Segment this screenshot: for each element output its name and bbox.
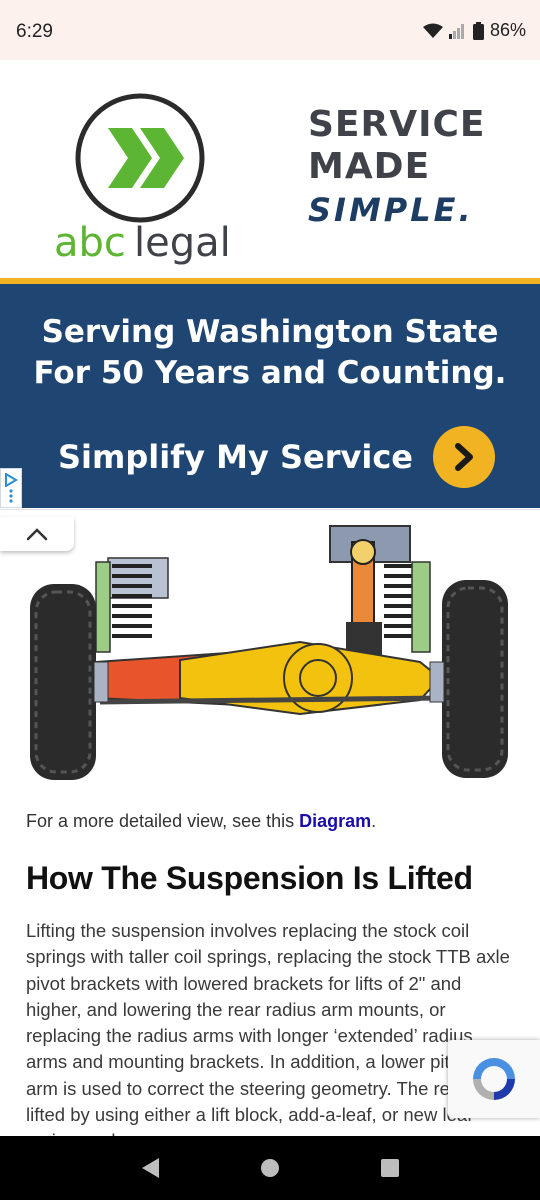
recents-icon[interactable] (379, 1157, 401, 1179)
ad-cta-button[interactable] (433, 426, 495, 488)
caption-prefix: For a more detailed view, see this (26, 811, 300, 831)
right-wheel (429, 580, 508, 778)
recaptcha-badge[interactable] (448, 1040, 540, 1118)
status-bar: 6:29 86% (0, 0, 540, 60)
advertisement-banner[interactable]: abc legal SERVICE MADE SIMPLE. Serving W… (0, 60, 540, 510)
svg-text:legal: legal (134, 220, 231, 266)
slogan-line-3: SIMPLE. (308, 191, 474, 229)
signal-icon (448, 23, 464, 39)
ad-cta[interactable]: Simplify My Service (58, 426, 495, 488)
chevron-right-icon (455, 443, 473, 471)
diagram-caption: For a more detailed view, see this Diagr… (26, 811, 376, 832)
wifi-icon (422, 23, 443, 38)
status-icons: 86% (422, 20, 526, 41)
article-paragraph: Lifting the suspension involves replacin… (26, 920, 510, 1151)
ad-choices-icon (5, 473, 18, 487)
ad-headline-line-1: Serving Washington State (41, 314, 499, 350)
ad-message-panel: Serving Washington State For 50 Years an… (0, 284, 540, 508)
home-icon[interactable] (259, 1157, 281, 1179)
diagram-link[interactable]: Diagram (299, 811, 371, 831)
svg-text:abc: abc (54, 220, 126, 266)
section-heading: How The Suspension Is Lifted (26, 860, 473, 896)
ad-headline: Serving Washington State For 50 Years an… (0, 312, 540, 394)
battery-percent: 86% (489, 20, 526, 40)
ad-slogan: SERVICE MADE SIMPLE. (308, 104, 528, 232)
system-navigation-bar (0, 1136, 540, 1200)
slogan-line-1: SERVICE (308, 104, 486, 145)
battery-icon (472, 21, 484, 40)
status-time: 6:29 (16, 21, 53, 42)
left-coil-spring (112, 564, 152, 638)
chevron-up-icon (26, 528, 48, 541)
collapse-ad-button[interactable] (0, 517, 74, 551)
caption-suffix: . (371, 811, 377, 831)
ad-headline-line-2: For 50 Years and Counting. (33, 355, 507, 391)
recaptcha-icon (473, 1058, 515, 1100)
back-icon[interactable] (139, 1157, 161, 1179)
abclegal-logo: abc legal (54, 93, 231, 266)
ad-choices-button[interactable] (0, 468, 22, 508)
ad-logo-area: abc legal SERVICE MADE SIMPLE. (0, 60, 540, 278)
suspension-illustration (30, 525, 508, 780)
slogan-line-2: MADE (308, 146, 431, 187)
more-options-icon (9, 489, 13, 503)
ad-cta-label[interactable]: Simplify My Service (58, 438, 413, 476)
